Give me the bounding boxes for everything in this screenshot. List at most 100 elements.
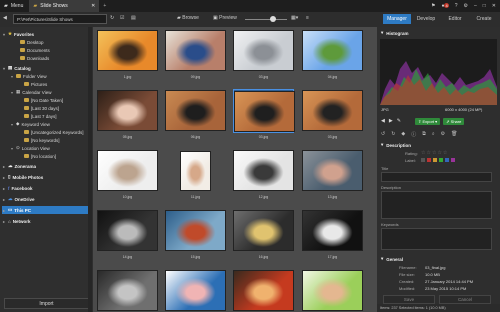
thumbnail-item[interactable] [233,269,294,312]
minimize-button[interactable]: – [474,3,477,9]
thumbnail-size-icon[interactable]: ▦▾ [291,15,298,21]
info-icon[interactable]: ⓘ [411,131,416,138]
thumbnail-item[interactable] [165,149,226,193]
tree-location-view[interactable]: ▾ ⊙ Location View [10,144,50,152]
tab-slide-shows[interactable]: ▰ Slide Shows ✕ [29,0,100,12]
rotate-right-icon[interactable]: ↻ [391,131,395,138]
back-icon[interactable]: ◀ [3,15,7,21]
tab-editor[interactable]: Editor [441,14,469,24]
folder-icon [24,82,29,86]
thumbnail-item[interactable] [165,29,226,73]
general-header[interactable]: ▾ General [377,255,500,263]
tree-facebook[interactable]: ▸ f Facebook [2,184,33,192]
rotate-left-icon[interactable]: ↺ [381,131,385,138]
thumbnail-item[interactable] [302,29,363,73]
thumbnail-item[interactable] [302,149,363,193]
zoom-slider[interactable] [245,19,287,20]
thumbnail-item[interactable] [302,89,363,133]
search-icon[interactable]: ⌕ [432,131,435,138]
description-header[interactable]: ▾ Description [377,141,500,149]
thumbnail-item[interactable] [165,269,226,312]
thumbnail-item[interactable] [233,89,295,133]
tree-calendar-view[interactable]: ▾ ▦ Calendar View [10,88,51,96]
tree-no-location[interactable]: [No location] [24,152,56,160]
checkbox-icon[interactable]: ☑ [120,15,124,21]
tag-icon[interactable]: ◆ [401,131,405,138]
tree-catalog[interactable]: ▾ ▤ Catalog [2,64,31,72]
menu-button[interactable]: ▰ Menu [0,3,29,9]
thumbnail-caption: 06.jpg [190,135,201,139]
folder-icon [16,74,21,78]
color-labels[interactable] [421,158,455,162]
close-button[interactable]: ✕ [492,3,496,9]
maximize-button[interactable]: □ [483,3,486,9]
rating-stars[interactable]: ☆☆☆☆☆ [421,150,448,156]
save-button[interactable]: Save [383,295,435,304]
description-field[interactable] [381,191,492,219]
export-button[interactable]: ⇪ Export ▾ [415,118,441,125]
thumbnail-item[interactable] [233,29,294,73]
thumbnail-caption: 11.jpg [190,195,201,199]
edit-icon[interactable]: ✎ [397,118,401,124]
settings-icon[interactable]: ⚙ [441,131,445,138]
tree-downloads[interactable]: Downloads [20,54,49,62]
thumbnail-item[interactable] [302,269,363,312]
preview-button[interactable]: ▣ Preview [213,15,237,21]
thumbnail-item[interactable] [97,269,158,312]
tree-mobile-photos[interactable]: ▸ ▯ Mobile Photos [2,173,43,181]
tree-keyword-view[interactable]: ▾ ◆ Keyword View [10,120,50,128]
thumbnail-item[interactable] [233,149,294,193]
tree-folder-view[interactable]: ▾ Folder View [10,72,47,80]
tree-documents[interactable]: Documents [20,46,50,54]
thumbnail-item[interactable] [165,209,226,253]
delete-icon[interactable]: 🗑 [451,131,457,138]
tree-no-date[interactable]: [No Date Taken] [24,96,63,104]
tree-last-7[interactable]: [Last 7 days] [24,112,57,120]
settings-icon[interactable]: ⚙ [464,3,468,9]
tree-last-30[interactable]: [Last 30 days] [24,104,59,112]
notification-icon[interactable]: ●4 [441,3,449,9]
tree-uncategorized-keywords[interactable]: [Uncategorized Keywords] [24,128,84,136]
path-field[interactable]: P:\Pet\Pictures\Slide Shows [13,14,107,24]
tab-create[interactable]: Create [470,14,498,24]
cart-icon[interactable]: ⚑ [431,3,435,9]
tree-favorites[interactable]: ▾ ★ Favorites [2,30,34,38]
grid-view-icon[interactable]: ▤ [131,15,136,21]
copy-icon[interactable]: ⧉ [422,131,426,138]
thumbnail-item[interactable] [302,209,363,253]
new-tab-button[interactable]: + [99,3,110,9]
thumbnail-item[interactable] [97,89,158,133]
keywords-field[interactable] [381,228,492,250]
tree-no-keywords[interactable]: [No keywords] [24,136,60,144]
thumbnail-item[interactable] [233,209,294,253]
share-button[interactable]: ⇗ Share [443,118,465,125]
refresh-icon[interactable]: ↻ [110,15,114,21]
tree-onedrive[interactable]: ▸ ☁ OneDrive [2,195,35,203]
thumbnail-image [97,270,158,311]
import-button[interactable]: Import [4,298,89,309]
close-tab-icon[interactable]: ✕ [91,3,95,9]
zoom-slider-handle[interactable] [270,16,276,22]
next-icon[interactable]: ▶ [389,118,393,124]
title-field[interactable] [381,172,492,182]
tree-zonerama[interactable]: ▸ ☁ Zonerama [2,162,36,170]
thumbnail-item[interactable] [97,209,158,253]
tree-desktop[interactable]: Desktop [20,38,44,46]
tree-network[interactable]: ▸ ⌂ Network [2,217,31,225]
previous-icon[interactable]: ◀ [381,118,385,124]
histogram-header[interactable]: ▾ Histogram [377,29,500,37]
navigator-scrollbar[interactable] [88,27,92,312]
help-icon[interactable]: ? [455,3,458,9]
tree-pictures[interactable]: Pictures [24,80,47,88]
thumbnail-item[interactable] [97,29,158,73]
thumbnail-item[interactable] [97,149,158,193]
cancel-button[interactable]: Cancel [439,295,491,304]
tree-this-pc[interactable]: ▸ ▭ This PC [2,206,90,214]
thumbnail-item[interactable] [165,89,226,133]
browse-button[interactable]: ▰ Browse [177,15,199,21]
tab-develop[interactable]: Develop [412,14,440,24]
folder-icon [24,138,29,142]
tab-manager[interactable]: Manager [383,14,411,24]
sort-icon[interactable]: ≡ [306,15,309,21]
thumbnail-image [165,90,226,131]
